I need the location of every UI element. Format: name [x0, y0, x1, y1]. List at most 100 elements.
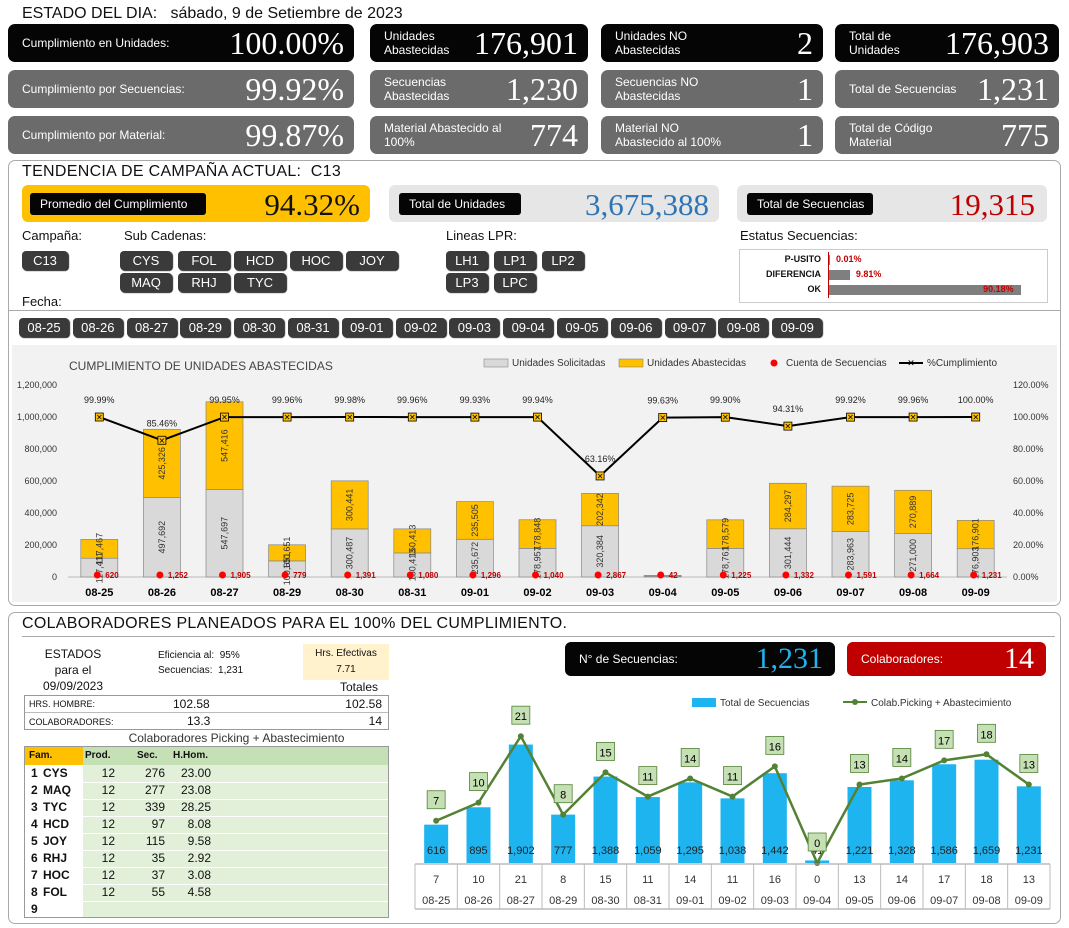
legend-label: Total de Secuencias	[720, 698, 810, 709]
linea-chip-lp2[interactable]: LP2	[542, 251, 584, 270]
linea-chip-lh1[interactable]: LH1	[446, 251, 488, 270]
pct-label: 99.63%	[647, 396, 678, 406]
bar-label-secuencias: 616	[427, 845, 445, 857]
x-tick-label: 08-30	[591, 895, 619, 907]
subcadena-chip-cys[interactable]: CYS	[120, 251, 172, 270]
fecha-chip-09-03[interactable]: 09-03	[449, 318, 500, 337]
seq-label: 1,080	[418, 571, 439, 580]
pct-marker-x: ✕	[284, 413, 291, 422]
fecha-chip-09-02[interactable]: 09-02	[395, 318, 446, 337]
fam-cell: JOY	[43, 834, 68, 848]
subcadena-chip-tyc[interactable]: TYC	[234, 273, 286, 292]
subcadena-chip-rhj[interactable]: RHJ	[178, 273, 230, 292]
fecha-chip-09-01[interactable]: 09-01	[341, 318, 392, 337]
fam-cell: 12	[101, 885, 115, 899]
fam-cell: MAQ	[43, 783, 71, 797]
trend-campaign: C13	[310, 163, 342, 180]
seq-point	[281, 571, 289, 579]
campaign-chip[interactable]: C13	[22, 251, 68, 270]
kpi-card: Unidades Abastecidas 176,901	[370, 24, 588, 62]
seq-label: 1,040	[544, 571, 565, 580]
units-label: Total de Unidades	[399, 193, 521, 215]
fam-cell: RHJ	[43, 851, 68, 865]
linea-chip-lp3[interactable]: LP3	[446, 273, 488, 292]
fecha-chip-08-27[interactable]: 08-27	[126, 318, 177, 337]
fecha-chip-08-31[interactable]: 08-31	[288, 318, 338, 337]
bar-label-abastecidas: 235,505	[470, 504, 480, 537]
x-tick-label: 09-08	[972, 895, 1000, 907]
fam-cell: 35	[151, 851, 165, 865]
colab-point	[771, 763, 778, 770]
fecha-chip-08-25[interactable]: 08-25	[19, 318, 69, 337]
y-tick-label: 400,000	[24, 508, 57, 518]
legend-label: Colab.Picking + Abastecimiento	[871, 698, 1012, 709]
linea-chip-lp1[interactable]: LP1	[494, 251, 536, 270]
kpi-label: Material NO Abastecido al 100%	[615, 121, 722, 149]
fecha-chip-09-07[interactable]: 09-07	[664, 318, 715, 337]
y-tick-label: 1,000,000	[17, 412, 57, 422]
kpi-label: Material Abastecido al 100%	[384, 121, 502, 149]
pct-marker-x: ✕	[910, 413, 917, 422]
subcadena-chip-hcd[interactable]: HCD	[234, 251, 286, 270]
table-value: 11	[727, 874, 738, 886]
bar-label-solicitadas: 497,692	[157, 521, 167, 554]
secuencias-label: Secuencias:	[158, 665, 213, 676]
kpi-value: 1	[797, 70, 813, 107]
units-chart: CUMPLIMIENTO DE UNIDADES ABASTECIDAS Unid…	[12, 345, 1057, 602]
bar-label-solicitadas: 271,000	[908, 539, 918, 572]
x-tick-label: 08-26	[148, 587, 176, 599]
legend-swatch	[692, 698, 716, 707]
fecha-chip-08-26[interactable]: 08-26	[72, 318, 123, 337]
collab-title: COLABORADORES PLANEADOS PARA EL 100% DEL…	[22, 615, 568, 632]
colab-label: 21	[515, 711, 527, 723]
subcadena-chip-hoc[interactable]: HOC	[290, 251, 342, 270]
kpi-card: Cumplimiento por Material: 99.87%	[8, 116, 354, 154]
units-card: Total de Unidades 3,675,388	[389, 185, 719, 222]
fam-col-header: H.Hom.	[173, 750, 208, 761]
subcadena-chip-maq[interactable]: MAQ	[120, 273, 172, 292]
fecha-chip-08-29[interactable]: 08-29	[180, 318, 231, 337]
fecha-chip-09-09[interactable]: 09-09	[772, 318, 823, 337]
hrs-hombre-label: HRS. HOMBRE:	[29, 699, 96, 709]
kpi-label: Unidades NO Abastecidas	[615, 29, 688, 57]
fam-cell: 23.08	[180, 783, 211, 797]
pct-label: 99.94%	[522, 395, 553, 405]
kpi-card: Total de Secuencias 1,231	[835, 70, 1059, 108]
table-value: 13	[853, 874, 865, 886]
table-value: 16	[769, 874, 781, 886]
subcadena-chip-fol[interactable]: FOL	[178, 251, 230, 270]
subcadena-chip-joy[interactable]: JOY	[346, 251, 398, 270]
seq-point	[219, 571, 226, 579]
fam-cell: 2	[31, 783, 38, 797]
pct-label: 99.96%	[397, 395, 428, 405]
colab-point	[687, 775, 694, 782]
x-tick-label: 09-09	[962, 587, 990, 599]
pct-marker-x: ✕	[221, 413, 228, 422]
bar-label-secuencias: 1,659	[973, 845, 1001, 857]
kpi-label: Cumplimiento en Unidades:	[22, 36, 170, 50]
fecha-chip-09-04[interactable]: 09-04	[503, 318, 554, 337]
fecha-chip-09-06[interactable]: 09-06	[610, 318, 661, 337]
fam-cell: 9.58	[187, 834, 211, 848]
pct-marker-x: ✕	[597, 472, 604, 481]
table-value: 0	[814, 874, 820, 886]
fecha-chip-09-08[interactable]: 09-08	[718, 318, 769, 337]
fam-cell: 28.25	[180, 800, 211, 814]
kpi-card: Unidades NO Abastecidas 2	[601, 24, 823, 62]
kpi-card: Secuencias NO Abastecidas 1	[601, 70, 823, 108]
linea-chip-lpc[interactable]: LPC	[494, 273, 536, 292]
nseq-card: N° de Secuencias: 1,231	[565, 642, 835, 676]
fam-cell: 3	[31, 800, 38, 814]
table-value: 14	[896, 874, 908, 886]
para-el-label: para el	[54, 663, 92, 677]
fecha-chip-09-05[interactable]: 09-05	[557, 318, 607, 337]
table-value: 11	[642, 874, 653, 886]
fecha-chip-08-30[interactable]: 08-30	[234, 318, 285, 337]
estatus-value: 0.01%	[836, 254, 862, 264]
estatus-axis	[828, 252, 829, 298]
fam-cell: HOC	[43, 868, 70, 882]
table-value: 21	[515, 874, 527, 886]
hrs-hombre-total: 102.58	[345, 697, 382, 711]
fam-cell: 6	[31, 851, 38, 865]
x-tick-label: 08-25	[422, 895, 450, 907]
